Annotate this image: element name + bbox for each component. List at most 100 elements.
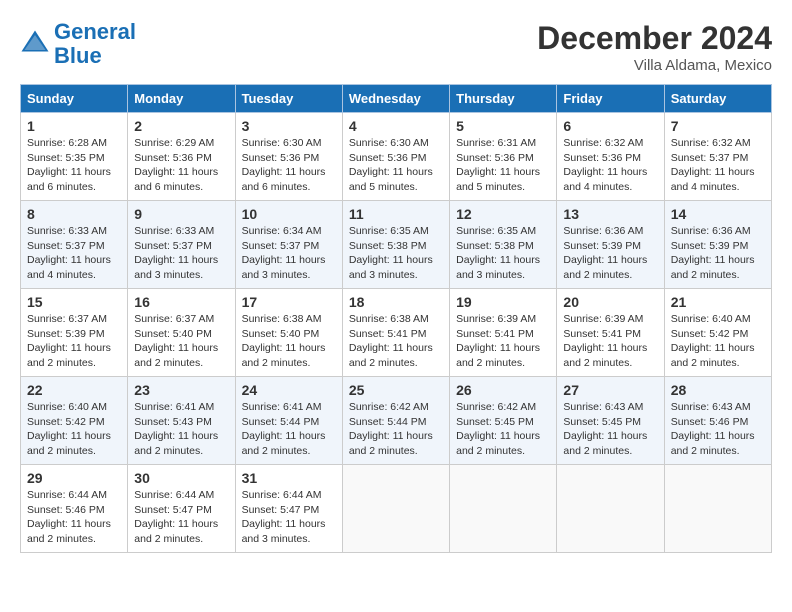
cell-line: and 2 minutes. bbox=[134, 533, 203, 545]
cell-line: Sunrise: 6:33 AM bbox=[134, 225, 214, 237]
cell-line: Sunrise: 6:30 AM bbox=[349, 137, 429, 149]
day-number: 9 bbox=[134, 206, 228, 222]
cell-line: Sunset: 5:38 PM bbox=[349, 240, 427, 252]
cell-text: Sunrise: 6:34 AMSunset: 5:37 PMDaylight:… bbox=[242, 224, 336, 283]
cell-text: Sunrise: 6:43 AMSunset: 5:45 PMDaylight:… bbox=[563, 400, 657, 459]
cell-line: Sunset: 5:40 PM bbox=[134, 328, 212, 340]
cell-text: Sunrise: 6:42 AMSunset: 5:44 PMDaylight:… bbox=[349, 400, 443, 459]
cell-line: Daylight: 11 hours bbox=[671, 166, 755, 178]
calendar-cell: 21Sunrise: 6:40 AMSunset: 5:42 PMDayligh… bbox=[664, 289, 771, 377]
calendar-cell: 27 Sunrise: 6:43 AMSunset: 5:45 PMDayligh… bbox=[557, 377, 664, 465]
cell-line: Sunset: 5:44 PM bbox=[349, 416, 427, 428]
cell-line: Daylight: 11 hours bbox=[563, 430, 647, 442]
day-number: 6 bbox=[563, 118, 657, 134]
cell-line: and 6 minutes. bbox=[242, 181, 311, 193]
cell-line: Sunset: 5:46 PM bbox=[27, 504, 105, 516]
cell-line: Sunset: 5:39 PM bbox=[671, 240, 749, 252]
cell-text: Sunrise: 6:30 AMSunset: 5:36 PMDaylight:… bbox=[242, 136, 336, 195]
cell-line: Sunset: 5:37 PM bbox=[671, 152, 749, 164]
cell-line: Daylight: 11 hours bbox=[242, 430, 326, 442]
cell-line: Sunrise: 6:32 AM bbox=[563, 137, 643, 149]
calendar-cell: 3Sunrise: 6:30 AMSunset: 5:36 PMDaylight… bbox=[235, 113, 342, 201]
calendar-cell: 11Sunrise: 6:35 AMSunset: 5:38 PMDayligh… bbox=[342, 201, 449, 289]
cell-text: Sunrise: 6:41 AMSunset: 5:43 PMDaylight:… bbox=[134, 400, 228, 459]
cell-line: and 6 minutes. bbox=[134, 181, 203, 193]
cell-line: and 2 minutes. bbox=[27, 533, 96, 545]
cell-line: Sunset: 5:46 PM bbox=[671, 416, 749, 428]
cell-line: Daylight: 11 hours bbox=[563, 166, 647, 178]
day-number: 15 bbox=[27, 294, 121, 310]
calendar-cell: 7Sunrise: 6:32 AMSunset: 5:37 PMDaylight… bbox=[664, 113, 771, 201]
calendar-cell: 20Sunrise: 6:39 AMSunset: 5:41 PMDayligh… bbox=[557, 289, 664, 377]
page-header: General Blue December 2024 Villa Aldama,… bbox=[20, 20, 772, 74]
cell-line: Sunset: 5:41 PM bbox=[349, 328, 427, 340]
calendar-cell: 31Sunrise: 6:44 AMSunset: 5:47 PMDayligh… bbox=[235, 465, 342, 553]
day-number: 27 bbox=[563, 382, 657, 398]
cell-line: and 2 minutes. bbox=[563, 445, 632, 457]
cell-line: Sunset: 5:47 PM bbox=[134, 504, 212, 516]
calendar-cell: 24Sunrise: 6:41 AMSunset: 5:44 PMDayligh… bbox=[235, 377, 342, 465]
cell-line: Sunrise: 6:43 AM bbox=[671, 401, 751, 413]
calendar-cell: 25Sunrise: 6:42 AMSunset: 5:44 PMDayligh… bbox=[342, 377, 449, 465]
calendar-cell: 5Sunrise: 6:31 AMSunset: 5:36 PMDaylight… bbox=[450, 113, 557, 201]
cell-line: Daylight: 11 hours bbox=[27, 518, 111, 530]
cell-text: Sunrise: 6:36 AMSunset: 5:39 PMDaylight:… bbox=[563, 224, 657, 283]
cell-text: Sunrise: 6:31 AMSunset: 5:36 PMDaylight:… bbox=[456, 136, 550, 195]
day-number: 1 bbox=[27, 118, 121, 134]
logo-icon bbox=[20, 29, 50, 59]
cell-line: Daylight: 11 hours bbox=[671, 430, 755, 442]
cell-text: Sunrise: 6:29 AMSunset: 5:36 PMDaylight:… bbox=[134, 136, 228, 195]
cell-line: and 3 minutes. bbox=[456, 269, 525, 281]
cell-line: and 3 minutes. bbox=[242, 269, 311, 281]
cell-line: Sunset: 5:44 PM bbox=[242, 416, 320, 428]
cell-line: Sunrise: 6:44 AM bbox=[27, 489, 107, 501]
cell-line: Sunrise: 6:37 AM bbox=[27, 313, 107, 325]
cell-line: Sunset: 5:41 PM bbox=[456, 328, 534, 340]
cell-line: and 2 minutes. bbox=[349, 357, 418, 369]
cell-line: Sunrise: 6:30 AM bbox=[242, 137, 322, 149]
cell-line: Sunset: 5:45 PM bbox=[563, 416, 641, 428]
cell-line: Sunrise: 6:28 AM bbox=[27, 137, 107, 149]
cell-line: Daylight: 11 hours bbox=[242, 342, 326, 354]
calendar-table: SundayMondayTuesdayWednesdayThursdayFrid… bbox=[20, 84, 772, 553]
header-day-friday: Friday bbox=[557, 85, 664, 113]
cell-line: and 2 minutes. bbox=[134, 357, 203, 369]
cell-text: Sunrise: 6:38 AMSunset: 5:41 PMDaylight:… bbox=[349, 312, 443, 371]
cell-line: Sunrise: 6:42 AM bbox=[349, 401, 429, 413]
cell-line: Sunset: 5:42 PM bbox=[27, 416, 105, 428]
cell-text: Sunrise: 6:35 AMSunset: 5:38 PMDaylight:… bbox=[349, 224, 443, 283]
cell-line: and 2 minutes. bbox=[134, 445, 203, 457]
day-number: 12 bbox=[456, 206, 550, 222]
calendar-cell bbox=[450, 465, 557, 553]
calendar-cell: 17Sunrise: 6:38 AMSunset: 5:40 PMDayligh… bbox=[235, 289, 342, 377]
calendar-cell: 2Sunrise: 6:29 AMSunset: 5:36 PMDaylight… bbox=[128, 113, 235, 201]
cell-line: and 4 minutes. bbox=[563, 181, 632, 193]
calendar-cell: 8Sunrise: 6:33 AMSunset: 5:37 PMDaylight… bbox=[21, 201, 128, 289]
cell-line: Daylight: 11 hours bbox=[456, 342, 540, 354]
header-day-monday: Monday bbox=[128, 85, 235, 113]
cell-line: Sunset: 5:36 PM bbox=[456, 152, 534, 164]
cell-line: Daylight: 11 hours bbox=[671, 342, 755, 354]
cell-line: Sunset: 5:39 PM bbox=[563, 240, 641, 252]
logo: General Blue bbox=[20, 20, 136, 68]
cell-line: Sunrise: 6:41 AM bbox=[242, 401, 322, 413]
cell-line: Daylight: 11 hours bbox=[134, 166, 218, 178]
calendar-cell: 30Sunrise: 6:44 AMSunset: 5:47 PMDayligh… bbox=[128, 465, 235, 553]
cell-line: and 3 minutes. bbox=[349, 269, 418, 281]
cell-line: and 6 minutes. bbox=[27, 181, 96, 193]
day-number: 18 bbox=[349, 294, 443, 310]
day-number: 19 bbox=[456, 294, 550, 310]
calendar-cell: 15 Sunrise: 6:37 AMSunset: 5:39 PMDayligh… bbox=[21, 289, 128, 377]
cell-line: Sunrise: 6:35 AM bbox=[349, 225, 429, 237]
day-number: 11 bbox=[349, 206, 443, 222]
cell-text: Sunrise: 6:36 AMSunset: 5:39 PMDaylight:… bbox=[671, 224, 765, 283]
cell-text: Sunrise: 6:30 AMSunset: 5:36 PMDaylight:… bbox=[349, 136, 443, 195]
calendar-cell: 28Sunrise: 6:43 AMSunset: 5:46 PMDayligh… bbox=[664, 377, 771, 465]
cell-line: Sunrise: 6:41 AM bbox=[134, 401, 214, 413]
cell-line: Daylight: 11 hours bbox=[242, 518, 326, 530]
month-title: December 2024 bbox=[537, 20, 772, 57]
cell-text: Sunrise: 6:28 AMSunset: 5:35 PMDaylight:… bbox=[27, 136, 121, 195]
cell-text: Sunrise: 6:37 AMSunset: 5:39 PMDaylight:… bbox=[27, 312, 121, 371]
calendar-week-row: 1 Sunrise: 6:28 AMSunset: 5:35 PMDaylight… bbox=[21, 113, 772, 201]
calendar-header-row: SundayMondayTuesdayWednesdayThursdayFrid… bbox=[21, 85, 772, 113]
